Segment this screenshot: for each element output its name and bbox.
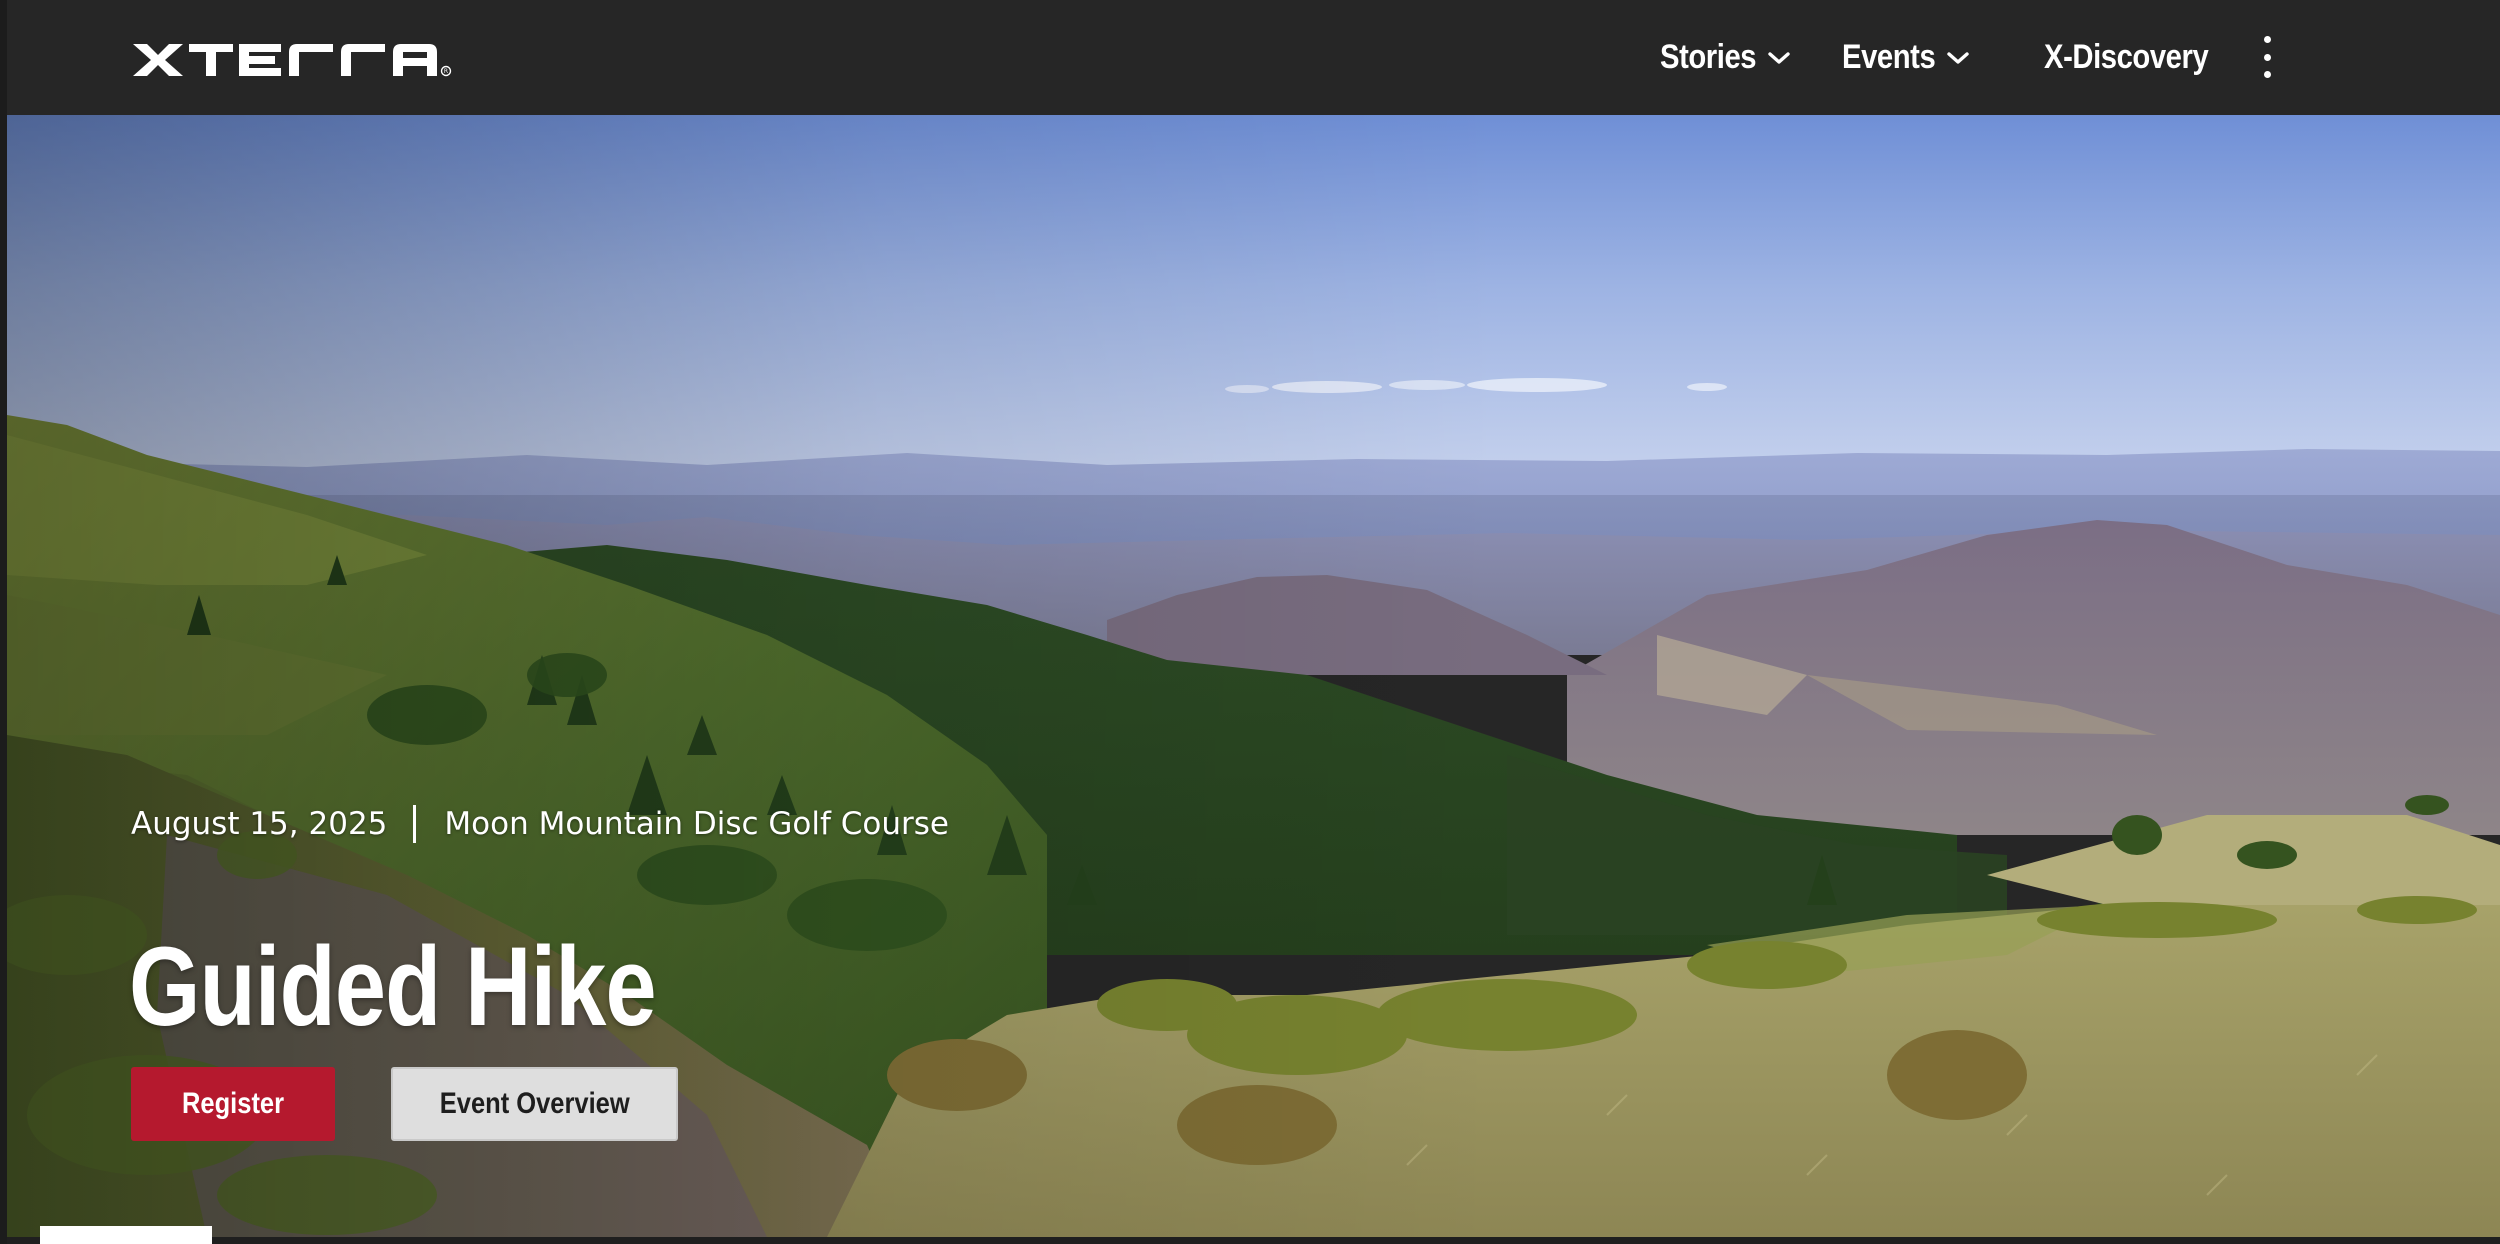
event-title: Guided Hike xyxy=(129,924,657,1049)
meta-divider xyxy=(413,805,417,843)
window-left-edge xyxy=(0,0,7,1244)
main-nav: Stories Events X-Discovery xyxy=(1660,0,2234,115)
nav-item-x-discovery-label: X-Discovery xyxy=(2044,38,2209,76)
xterra-logo-wordmark: R xyxy=(133,44,452,77)
event-location: Moon Mountain Disc Golf Course xyxy=(444,806,949,842)
nav-item-events-label: Events xyxy=(1842,38,1936,76)
xterra-logo[interactable]: R xyxy=(131,38,453,78)
event-overview-button[interactable]: Event Overview xyxy=(391,1067,678,1141)
register-button-label: Register xyxy=(181,1087,285,1120)
event-meta: August 15, 2025 Moon Mountain Disc Golf … xyxy=(131,805,949,843)
page: R Stories Events X-Discovery August 15, … xyxy=(0,0,2500,1244)
bottom-strip xyxy=(0,1237,2500,1244)
chevron-down-icon xyxy=(1768,51,1790,64)
event-date: August 15, 2025 xyxy=(131,806,388,842)
nav-item-stories-label: Stories xyxy=(1660,38,1757,76)
nav-item-x-discovery[interactable]: X-Discovery xyxy=(2044,38,2234,77)
svg-text:R: R xyxy=(444,68,448,75)
nav-item-stories[interactable]: Stories xyxy=(1660,38,1842,77)
chevron-down-icon xyxy=(1946,51,1969,64)
ellipsis-dot xyxy=(2263,36,2271,43)
register-button[interactable]: Register xyxy=(131,1067,335,1141)
vertical-ellipsis-icon[interactable] xyxy=(2258,36,2276,78)
nav-item-events[interactable]: Events xyxy=(1842,38,2044,77)
ellipsis-dot xyxy=(2263,53,2271,61)
top-navigation: R Stories Events X-Discovery xyxy=(0,0,2500,115)
hero-overlay xyxy=(7,115,2500,1237)
ellipsis-dot xyxy=(2263,71,2271,78)
event-overview-button-label: Event Overview xyxy=(439,1087,630,1120)
hero-banner: August 15, 2025 Moon Mountain Disc Golf … xyxy=(7,115,2500,1237)
bottom-tab[interactable] xyxy=(40,1226,212,1244)
